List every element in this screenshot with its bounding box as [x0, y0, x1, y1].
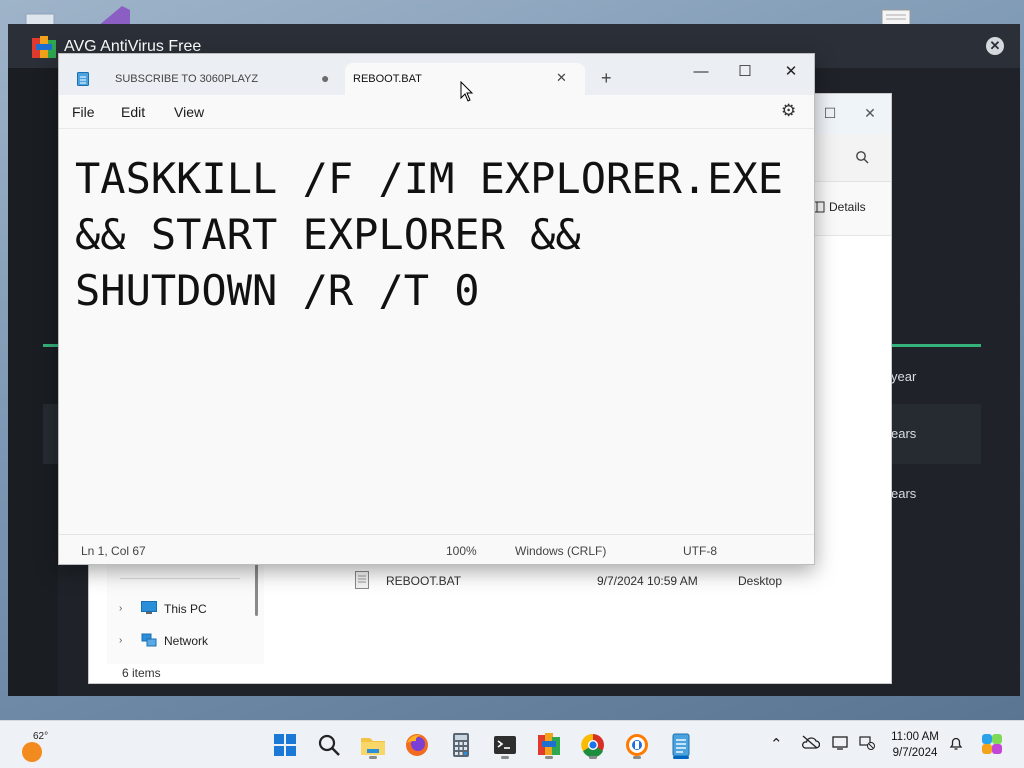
start-button[interactable]: [269, 729, 301, 761]
explorer-maximize-button[interactable]: ☐: [815, 100, 845, 126]
windows-logo-icon: [274, 734, 296, 756]
nav-divider: [120, 578, 240, 579]
clock-time: 11:00 AM: [891, 731, 939, 743]
maximize-button[interactable]: ☐: [723, 58, 767, 86]
running-indicator: [501, 756, 509, 759]
new-tab-button[interactable]: +: [601, 68, 612, 89]
text-editor-area[interactable]: TASKKILL /F /IM EXPLORER.EXE && START EX…: [59, 128, 814, 534]
chevron-right-icon[interactable]: ›: [119, 635, 122, 646]
running-indicator: [589, 756, 597, 759]
explorer-status-item-count: 6 items: [122, 666, 161, 680]
network-icon: [141, 633, 157, 647]
chevron-up-icon[interactable]: ⌃: [770, 735, 783, 753]
taskbar-browser[interactable]: [621, 729, 653, 761]
system-clock[interactable]: 11:00 AM 9/7/2024: [882, 729, 948, 761]
weather-widget[interactable]: 62°: [20, 730, 60, 764]
details-pane-button[interactable]: Details: [813, 200, 866, 214]
notepad-statusbar: Ln 1, Col 67 100% Windows (CRLF) UTF-8: [59, 534, 814, 565]
taskbar-search-button[interactable]: [313, 729, 345, 761]
weather-temperature: 62°: [33, 731, 49, 742]
tab-label: SUBSCRIBE TO 3060PLAYZ: [115, 73, 259, 85]
search-icon: [318, 734, 340, 756]
tab-subscribe[interactable]: SUBSCRIBE TO 3060PLAYZ ●: [59, 63, 343, 95]
sun-icon: [22, 742, 42, 762]
notepad-window: SUBSCRIBE TO 3060PLAYZ ● REBOOT.BAT ✕ + …: [58, 53, 815, 565]
taskbar-firefox[interactable]: [401, 729, 433, 761]
file-name: REBOOT.BAT: [386, 574, 462, 588]
running-indicator: [545, 756, 553, 759]
file-date: 9/7/2024 10:59 AM: [597, 574, 698, 588]
mouse-pointer-icon: [460, 81, 474, 102]
taskbar: 62° ⌃ 11:00 AM 9/7/2024: [0, 720, 1024, 768]
file-location: Desktop: [738, 574, 783, 588]
clock-date: 9/7/2024: [892, 747, 938, 759]
network-disconnected-icon[interactable]: [858, 735, 876, 755]
menu-view[interactable]: View: [174, 104, 204, 120]
bat-file-icon: [355, 571, 369, 592]
desktop-icon-visual-studio[interactable]: [94, 4, 134, 26]
unsaved-dot-icon: ●: [321, 70, 330, 86]
avg-logo-icon: [32, 36, 56, 58]
tab-close-icon[interactable]: ✕: [556, 70, 567, 86]
desktop-icon-recycle-bin[interactable]: [22, 6, 58, 27]
taskbar-chrome[interactable]: [577, 729, 609, 761]
running-indicator: [369, 756, 377, 759]
calculator-icon: [453, 733, 469, 757]
avg-close-button[interactable]: ✕: [986, 37, 1004, 55]
taskbar-terminal[interactable]: [489, 729, 521, 761]
notepad-menubar: File Edit View ⚙: [59, 95, 814, 128]
taskbar-avg[interactable]: [533, 729, 565, 761]
display-icon[interactable]: [832, 735, 850, 755]
line-endings: Windows (CRLF): [515, 544, 607, 558]
notification-bell-icon[interactable]: [948, 735, 964, 755]
file-list-row[interactable]: REBOOT.BAT 9/7/2024 10:59 AM Desktop: [339, 566, 879, 596]
editor-content[interactable]: TASKKILL /F /IM EXPLORER.EXE && START EX…: [75, 151, 807, 319]
close-button[interactable]: ✕: [769, 58, 813, 86]
explorer-close-button[interactable]: ✕: [855, 100, 885, 126]
menu-edit[interactable]: Edit: [121, 104, 145, 120]
notepad-icon: [77, 71, 89, 86]
running-indicator: [633, 756, 641, 759]
taskbar-notepad[interactable]: [665, 729, 697, 761]
copilot-icon[interactable]: [980, 732, 1004, 756]
encoding: UTF-8: [683, 544, 717, 558]
nav-scrollbar[interactable]: [255, 564, 258, 616]
taskbar-file-explorer[interactable]: [357, 729, 389, 761]
menu-file[interactable]: File: [72, 104, 95, 120]
zoom-level: 100%: [446, 544, 477, 558]
this-pc-icon: [141, 601, 157, 615]
firefox-icon: [406, 734, 428, 756]
gear-icon[interactable]: ⚙: [781, 101, 796, 121]
chevron-right-icon[interactable]: ›: [119, 603, 122, 614]
onedrive-icon[interactable]: [800, 735, 821, 753]
search-icon[interactable]: [855, 150, 869, 167]
minimize-button[interactable]: —: [679, 58, 723, 86]
cursor-position: Ln 1, Col 67: [81, 544, 146, 558]
running-indicator: [673, 756, 689, 759]
notepad-titlebar: SUBSCRIBE TO 3060PLAYZ ● REBOOT.BAT ✕ + …: [59, 54, 814, 95]
taskbar-calculator[interactable]: [445, 729, 477, 761]
tab-label: REBOOT.BAT: [353, 73, 422, 85]
